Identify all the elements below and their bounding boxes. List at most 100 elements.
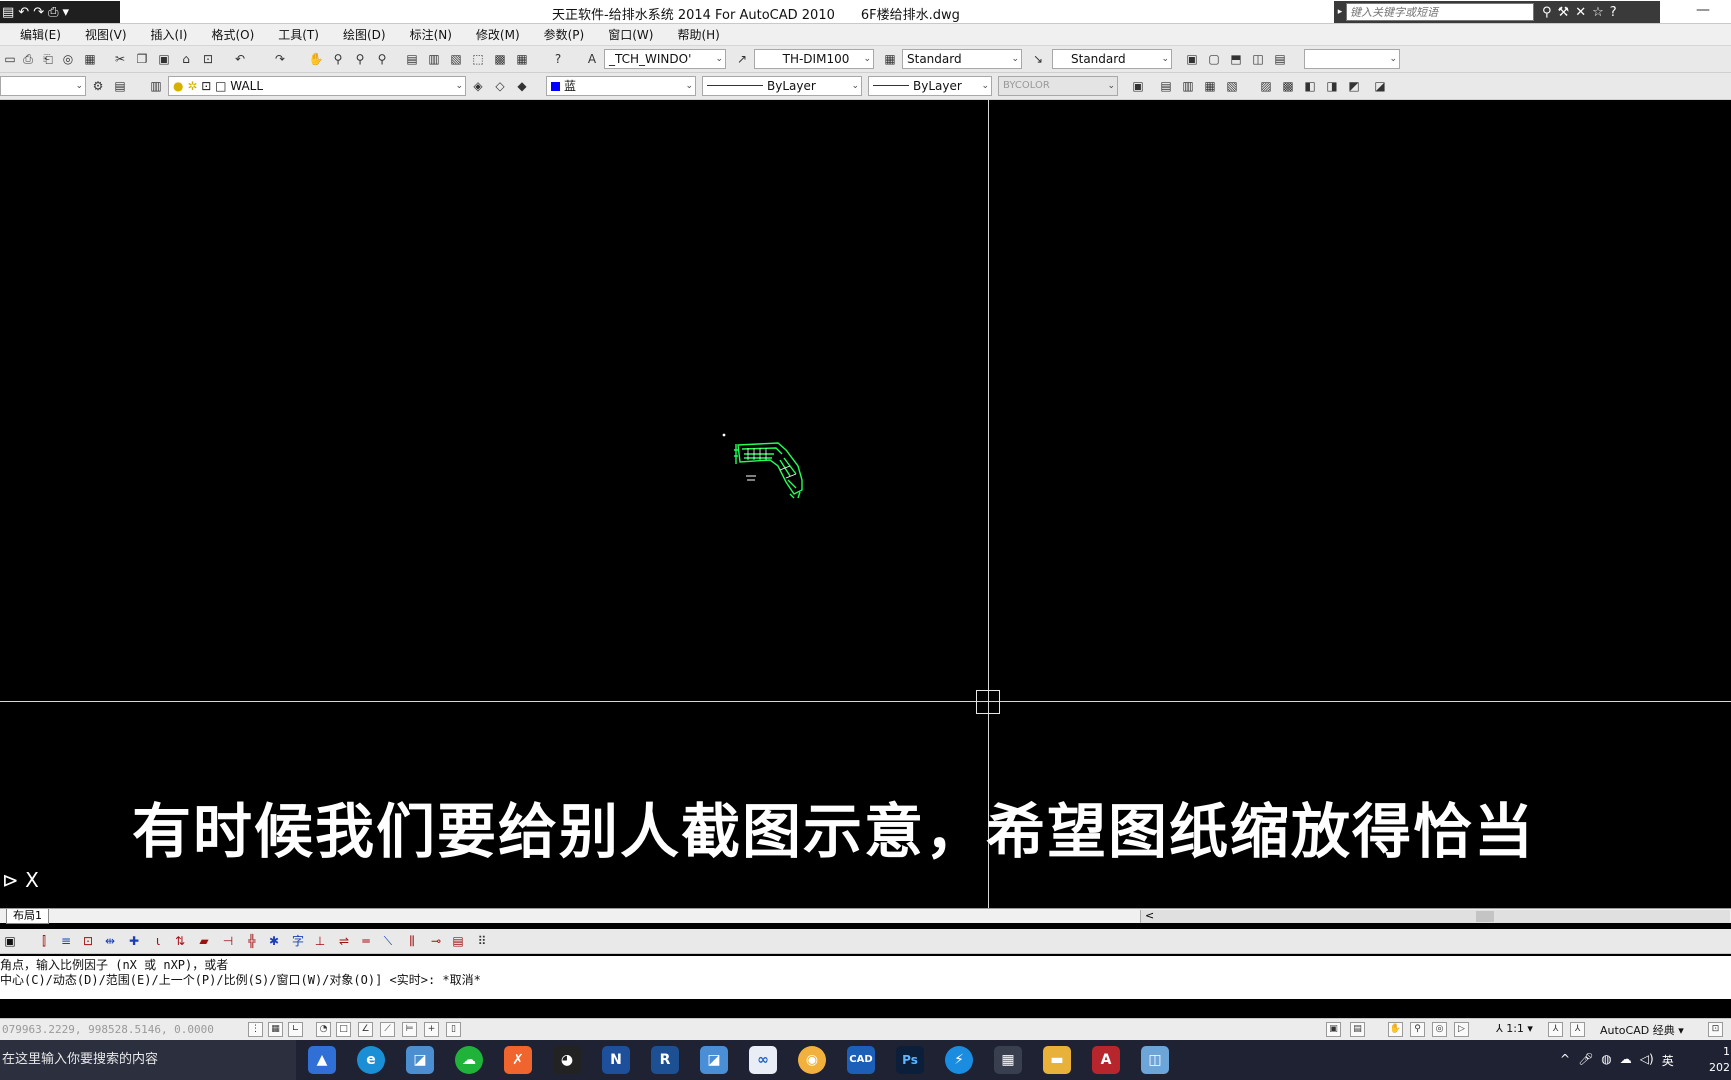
zoom-realtime-icon[interactable]: ⚲ xyxy=(330,51,346,67)
layer-previous-icon[interactable]: ◇ xyxy=(492,78,508,94)
taskbar-app-1-icon[interactable]: ▲ xyxy=(308,1046,336,1074)
properties-icon[interactable]: ▤ xyxy=(404,51,420,67)
cad-viewer-icon[interactable]: CAD xyxy=(847,1046,875,1074)
pipe-tool-14-icon[interactable]: ⇌ xyxy=(336,933,352,949)
qat-save-icon[interactable]: ▤ xyxy=(2,5,14,20)
pipe-tool-18-icon[interactable]: ⊸ xyxy=(428,933,444,949)
pipe-tool-19-icon[interactable]: ▤ xyxy=(450,933,466,949)
dim-style-combo[interactable]: TH-DIM100 ⌄ xyxy=(754,49,874,69)
taskbar-app-9-icon[interactable]: ◪ xyxy=(700,1046,728,1074)
multileader-style-icon[interactable]: ↘ xyxy=(1030,51,1046,67)
menu-window[interactable]: 窗口(W) xyxy=(608,26,653,43)
pipe-tool-7-icon[interactable]: ⇅ xyxy=(172,933,188,949)
taskbar-search[interactable]: 在这里输入你要搜索的内容 xyxy=(0,1040,296,1080)
match-properties-icon[interactable]: ⌂ xyxy=(178,51,194,67)
qat-dropdown-icon[interactable]: ▾ xyxy=(63,5,70,20)
qq-icon[interactable]: ◕ xyxy=(553,1046,581,1074)
annotation-scale[interactable]: ⅄ 1:1 ▾ xyxy=(1496,1022,1533,1035)
layer-properties-icon[interactable]: ▥ xyxy=(148,78,164,94)
layer-state-combo[interactable]: ⌄ xyxy=(0,76,86,96)
menu-modify[interactable]: 修改(M) xyxy=(476,26,520,43)
menu-insert[interactable]: 插入(I) xyxy=(151,26,188,43)
help-icon[interactable]: ? xyxy=(550,51,566,67)
calculator-icon[interactable]: ▦ xyxy=(994,1046,1022,1074)
menu-view[interactable]: 视图(V) xyxy=(85,26,127,43)
viewports-icon[interactable]: ▣ xyxy=(1184,51,1200,67)
drawing-canvas[interactable]: ⊳ X 有时候我们要给别人截图示意，希望图纸缩放得恰当 xyxy=(0,100,1731,908)
scroll-thumb[interactable] xyxy=(1476,911,1494,922)
layout-button[interactable]: ▤ xyxy=(1350,1022,1365,1037)
lineweight-button[interactable]: + xyxy=(424,1022,439,1037)
pipe-tool-1-icon[interactable]: ⫿ xyxy=(36,933,52,949)
tianzheng-tool-8-icon[interactable]: ◧ xyxy=(1302,78,1318,94)
color-combo[interactable]: 蓝 ⌄ xyxy=(546,76,696,96)
edge-icon[interactable]: e xyxy=(357,1046,385,1074)
tianzheng-tool-4-icon[interactable]: ▦ xyxy=(1202,78,1218,94)
zoom-status-icon[interactable]: ⚲ xyxy=(1410,1022,1425,1037)
chevron-up-icon[interactable]: ^ xyxy=(1560,1052,1570,1069)
qat-redo-icon[interactable]: ↷ xyxy=(33,5,44,20)
table-style-icon[interactable]: ▦ xyxy=(882,51,898,67)
model-space-button[interactable]: ▣ xyxy=(1326,1022,1341,1037)
cut-icon[interactable]: ✂ xyxy=(112,51,128,67)
block-editor-icon[interactable]: ⊡ xyxy=(200,51,216,67)
revit-icon[interactable]: R xyxy=(651,1046,679,1074)
print-preview-icon[interactable]: ⎙ xyxy=(20,51,36,67)
pipe-tool-6-icon[interactable]: ɩ xyxy=(150,933,166,949)
tab-layout1[interactable]: 布局1 xyxy=(6,909,49,924)
taskbar-app-18-icon[interactable]: ◫ xyxy=(1141,1046,1169,1074)
grid-display-button[interactable]: ▦ xyxy=(268,1022,283,1037)
object-snap-tracking-button[interactable]: ∠ xyxy=(358,1022,373,1037)
annotation-visibility-icon[interactable]: ⅄ xyxy=(1548,1022,1563,1037)
layer-walk-icon[interactable]: ◆ xyxy=(514,78,530,94)
menu-parametric[interactable]: 参数(P) xyxy=(544,26,585,43)
sheet-set-icon[interactable]: ▦ xyxy=(82,51,98,67)
lock-icon[interactable]: ⊡ xyxy=(1708,1022,1723,1037)
polygonal-viewport-icon[interactable]: ⬒ xyxy=(1228,51,1244,67)
publish-icon[interactable]: ⎗ xyxy=(40,51,56,67)
chrome-icon[interactable]: ◉ xyxy=(798,1046,826,1074)
tianzheng-tool-10-icon[interactable]: ◩ xyxy=(1346,78,1362,94)
single-viewport-icon[interactable]: ▢ xyxy=(1206,51,1222,67)
tray-app-icon[interactable]: ◍ xyxy=(1601,1052,1611,1069)
auto-scale-icon[interactable]: ⅄ xyxy=(1570,1022,1585,1037)
pipe-tool-8-icon[interactable]: ▰ xyxy=(196,933,212,949)
pipe-tool-3-icon[interactable]: ⊡ xyxy=(80,933,96,949)
help-icon[interactable]: ? xyxy=(1610,5,1617,20)
command-line[interactable]: 角点，输入比例因子 (nX 或 nXP)，或者 中心(C)/动态(D)/范围(E… xyxy=(0,956,1731,999)
pipe-tool-5-icon[interactable]: ✚ xyxy=(126,933,142,949)
tianzheng-tool-3-icon[interactable]: ▥ xyxy=(1180,78,1196,94)
star-icon[interactable]: ☆ xyxy=(1592,5,1604,20)
horizontal-scrollbar[interactable]: < xyxy=(1140,909,1730,923)
tianzheng-tool-5-icon[interactable]: ▧ xyxy=(1224,78,1240,94)
menu-edit[interactable]: 编辑(E) xyxy=(20,26,61,43)
taskbar-app-14-icon[interactable]: ⚡ xyxy=(945,1046,973,1074)
table-style-combo[interactable]: Standard ⌄ xyxy=(902,49,1022,69)
settings-icon[interactable]: ⚙ xyxy=(90,78,106,94)
qat-undo-icon[interactable]: ↶ xyxy=(18,5,29,20)
calculator-icon[interactable]: ▦ xyxy=(514,51,530,67)
layer-manager-icon[interactable]: ▤ xyxy=(112,78,128,94)
sheet-manager-icon[interactable]: ⬚ xyxy=(470,51,486,67)
tool-palettes-icon[interactable]: ▧ xyxy=(448,51,464,67)
pipe-tool-15-icon[interactable]: ═ xyxy=(358,933,374,949)
autocad-icon[interactable]: A xyxy=(1092,1046,1120,1074)
qat-print-icon[interactable]: ⎙ xyxy=(48,5,58,20)
text-style-icon[interactable]: A xyxy=(584,51,600,67)
showmotion-icon[interactable]: ▷ xyxy=(1454,1022,1469,1037)
multileader-style-combo[interactable]: Standard ⌄ xyxy=(1052,49,1172,69)
pan-status-icon[interactable]: ✋ xyxy=(1388,1022,1403,1037)
volume-icon[interactable]: ◁) xyxy=(1640,1052,1654,1069)
viewport-scale-combo[interactable]: ⌄ xyxy=(1304,49,1400,69)
pan-icon[interactable]: ✋ xyxy=(308,51,324,67)
zoom-previous-icon[interactable]: ⚲ xyxy=(374,51,390,67)
redo-icon[interactable]: ↷ xyxy=(272,51,288,67)
pipe-tool-11-icon[interactable]: ✱ xyxy=(266,933,282,949)
design-center-icon[interactable]: ▥ xyxy=(426,51,442,67)
snap-mode-button[interactable]: ⋮ xyxy=(248,1022,263,1037)
polar-tracking-button[interactable]: ◔ xyxy=(316,1022,331,1037)
input-language[interactable]: 英 xyxy=(1662,1052,1674,1069)
markup-icon[interactable]: ▩ xyxy=(492,51,508,67)
menu-tools[interactable]: 工具(T) xyxy=(278,26,319,43)
pipe-tool-2-icon[interactable]: ≡ xyxy=(58,933,74,949)
